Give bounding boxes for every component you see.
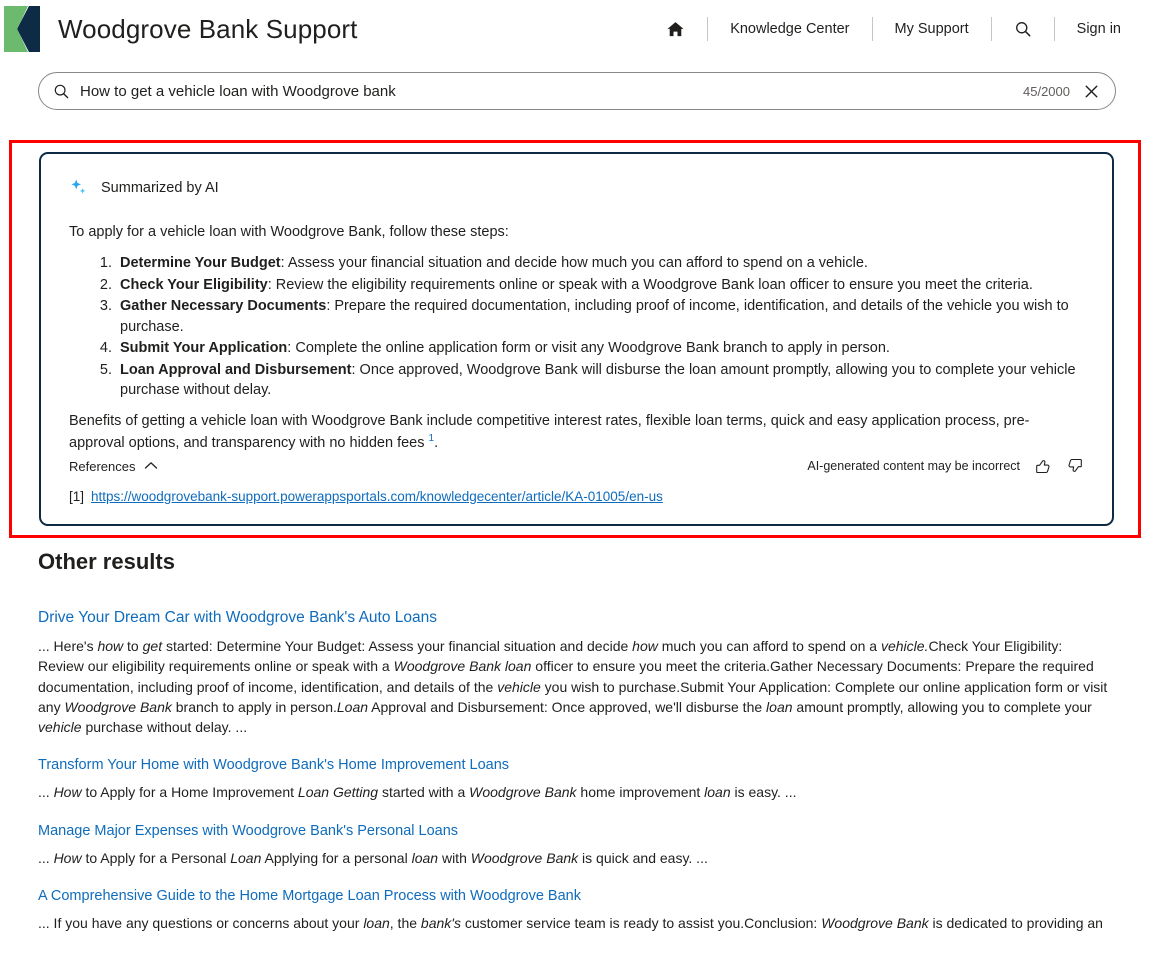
step-body: : Assess your financial situation and de…	[281, 255, 868, 271]
list-item: Transform Your Home with Woodgrove Bank'…	[38, 757, 1108, 802]
other-results-section: Other results Drive Your Dream Car with …	[38, 549, 1108, 953]
reference-list: [1] https://woodgrovebank-support.powera…	[69, 489, 1084, 504]
chevron-up-icon	[144, 457, 158, 475]
list-item: Check Your Eligibility: Review the eligi…	[116, 275, 1084, 296]
ai-footer-row: References AI-generated content may be i…	[69, 457, 1084, 475]
search-bar[interactable]: 45/2000	[38, 72, 1116, 110]
ai-disclaimer: AI-generated content may be incorrect	[807, 459, 1020, 473]
list-item: Manage Major Expenses with Woodgrove Ban…	[38, 823, 1108, 868]
step-title: Gather Necessary Documents	[120, 298, 326, 314]
page-title: Woodgrove Bank Support	[58, 14, 357, 45]
result-link[interactable]: Transform Your Home with Woodgrove Bank'…	[38, 757, 1108, 773]
close-icon[interactable]	[1082, 82, 1101, 101]
result-snippet: ... How to Apply for a Home Improvement …	[38, 782, 1108, 802]
ai-summary-label: Summarized by AI	[101, 180, 219, 196]
ai-summary-intro: To apply for a vehicle loan with Woodgro…	[69, 222, 1084, 243]
step-body: : Complete the online application form o…	[287, 340, 890, 356]
ai-summary-steps: Determine Your Budget: Assess your finan…	[69, 253, 1084, 401]
step-title: Submit Your Application	[120, 340, 287, 356]
brand: Woodgrove Bank Support	[0, 6, 357, 52]
references-toggle[interactable]: References	[69, 457, 158, 475]
other-results-title: Other results	[38, 549, 1108, 575]
search-character-counter: 45/2000	[1023, 84, 1070, 99]
reference-link[interactable]: https://woodgrovebank-support.powerappsp…	[91, 489, 663, 504]
result-link[interactable]: Manage Major Expenses with Woodgrove Ban…	[38, 823, 1108, 839]
reference-number: [1]	[69, 489, 84, 504]
result-snippet: ... If you have any questions or concern…	[38, 913, 1108, 933]
list-item: Determine Your Budget: Assess your finan…	[116, 253, 1084, 274]
list-item: A Comprehensive Guide to the Home Mortga…	[38, 888, 1108, 933]
step-title: Determine Your Budget	[120, 255, 281, 271]
home-icon[interactable]	[644, 14, 707, 44]
woodgrove-bank-logo	[4, 6, 40, 52]
step-body: : Review the eligibility requirements on…	[268, 277, 1033, 293]
site-header: Woodgrove Bank Support Knowledge Center …	[0, 0, 1149, 58]
nav-knowledge-center[interactable]: Knowledge Center	[708, 14, 871, 44]
feedback-controls: AI-generated content may be incorrect	[807, 457, 1084, 475]
ai-summary-card: Summarized by AI To apply for a vehicle …	[39, 152, 1114, 526]
ai-summary-footer: References AI-generated content may be i…	[69, 457, 1084, 504]
ai-sparkle-icon	[69, 178, 89, 198]
search-icon[interactable]	[992, 14, 1054, 44]
search-section: 45/2000	[0, 58, 1149, 110]
result-link[interactable]: A Comprehensive Guide to the Home Mortga…	[38, 888, 1108, 904]
list-item: Loan Approval and Disbursement: Once app…	[116, 360, 1084, 401]
top-navigation: Knowledge Center My Support Sign in	[644, 0, 1127, 58]
benefits-tail: .	[434, 435, 438, 451]
list-item: Drive Your Dream Car with Woodgrove Bank…	[38, 609, 1108, 737]
result-snippet: ... Here's how to get started: Determine…	[38, 636, 1108, 737]
benefits-text: Benefits of getting a vehicle loan with …	[69, 413, 1029, 451]
result-snippet: ... How to Apply for a Personal Loan App…	[38, 848, 1108, 868]
ai-summary-benefits: Benefits of getting a vehicle loan with …	[69, 411, 1079, 454]
thumbs-up-icon[interactable]	[1034, 457, 1052, 475]
sign-in-button[interactable]: Sign in	[1055, 14, 1127, 44]
thumbs-down-icon[interactable]	[1066, 457, 1084, 475]
search-icon	[53, 83, 70, 100]
references-label: References	[69, 459, 135, 474]
list-item: Gather Necessary Documents: Prepare the …	[116, 296, 1084, 337]
ai-summary-header: Summarized by AI	[69, 178, 1084, 198]
step-title: Check Your Eligibility	[120, 277, 268, 293]
nav-my-support[interactable]: My Support	[873, 14, 991, 44]
list-item: [1] https://woodgrovebank-support.powera…	[69, 489, 1084, 504]
step-title: Loan Approval and Disbursement	[120, 362, 352, 378]
result-link[interactable]: Drive Your Dream Car with Woodgrove Bank…	[38, 609, 1108, 627]
search-input[interactable]	[80, 83, 1023, 100]
list-item: Submit Your Application: Complete the on…	[116, 338, 1084, 359]
